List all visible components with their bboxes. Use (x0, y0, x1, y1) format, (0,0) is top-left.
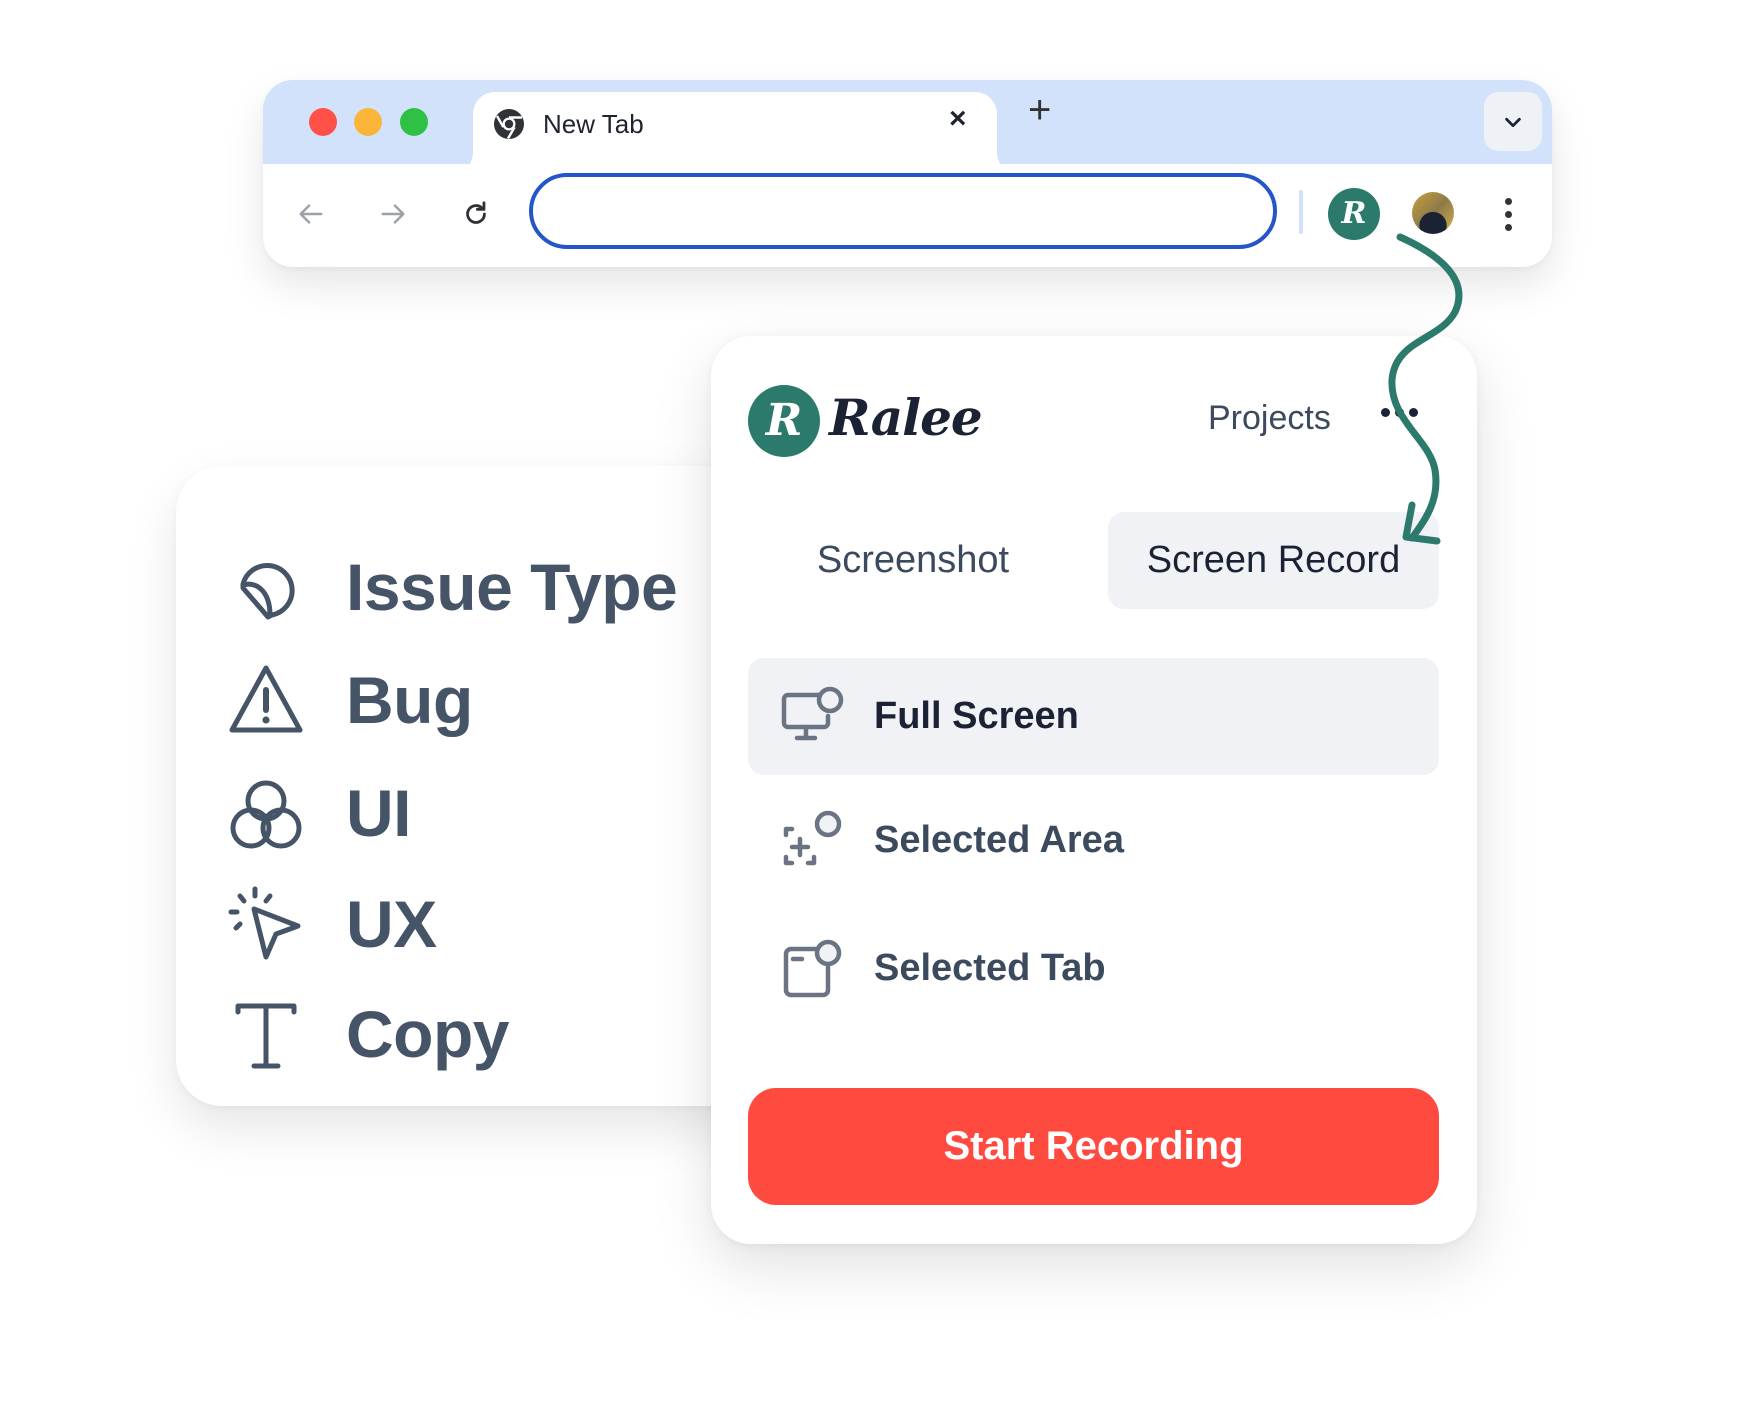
more-horizontal-icon-dot (1395, 408, 1404, 417)
sticker-icon (240, 562, 295, 620)
tab-screen-record-label: Screen Record (1146, 539, 1401, 581)
profile-avatar[interactable] (1412, 192, 1454, 234)
kebab-icon-dot (1504, 223, 1512, 231)
issue-ux-item[interactable]: UX (226, 879, 437, 969)
issue-bug-label: Bug (346, 663, 473, 737)
reload-button[interactable] (456, 194, 496, 234)
option-selected-area[interactable]: Selected Area (748, 782, 1439, 899)
back-button[interactable] (291, 194, 331, 234)
more-options-button[interactable] (1381, 408, 1418, 417)
window-close-button[interactable] (309, 108, 337, 136)
projects-link[interactable]: Projects (1208, 399, 1331, 438)
browser-toolbar: R (263, 164, 1552, 267)
circles-icon (230, 780, 302, 849)
pointer-click-icon (228, 886, 301, 960)
tab-screenshot-label: Screenshot (816, 539, 1010, 581)
window-maximize-button[interactable] (400, 108, 428, 136)
browser-window: New Tab × + R (263, 80, 1552, 267)
ralee-extension-button[interactable]: R (1328, 188, 1380, 240)
selection-icon (783, 810, 842, 865)
issue-ui-label: UI (346, 776, 412, 850)
ralee-extension-letter: R (1341, 196, 1367, 231)
option-full-screen-label: Full Screen (874, 695, 1079, 737)
monitor-icon (781, 686, 844, 740)
option-full-screen[interactable]: Full Screen (748, 658, 1439, 775)
chevron-down-icon (1505, 117, 1521, 127)
toolbar-divider (1299, 190, 1303, 234)
reload-icon (466, 201, 486, 224)
issue-type-item[interactable]: Issue Type (226, 542, 678, 632)
tab-search-button[interactable] (1484, 92, 1542, 151)
option-selected-area-label: Selected Area (874, 819, 1124, 861)
kebab-icon-dot (1504, 210, 1512, 218)
arrow-right-icon (381, 204, 405, 224)
issue-ux-label: UX (346, 887, 437, 961)
ralee-logo-letter: R (765, 395, 803, 446)
option-selected-tab-label: Selected Tab (874, 947, 1106, 989)
start-recording-button[interactable]: Start Recording (748, 1088, 1439, 1205)
issue-copy-item[interactable]: Copy (226, 989, 510, 1079)
issue-ui-item[interactable]: UI (226, 768, 412, 858)
more-horizontal-icon-dot (1409, 408, 1418, 417)
issue-type-card: Issue Type Bug UI UX Copy (176, 466, 776, 1106)
tab-screen-record[interactable]: Screen Record (1108, 512, 1439, 609)
warning-triangle-icon (229, 665, 303, 733)
kebab-icon-dot (1504, 197, 1512, 205)
window-minimize-button[interactable] (354, 108, 382, 136)
text-icon (235, 1003, 297, 1069)
issue-bug-item[interactable]: Bug (226, 655, 473, 745)
tab-close-button[interactable]: × (949, 104, 967, 134)
ralee-logo: R (748, 385, 820, 457)
forward-button[interactable] (373, 194, 413, 234)
browser-menu-button[interactable] (1493, 190, 1523, 238)
arrow-left-icon (299, 204, 323, 224)
tab-screenshot[interactable]: Screenshot (748, 512, 1078, 609)
tab-title: New Tab (543, 109, 644, 139)
window-tab-icon (783, 939, 842, 997)
ralee-popup: R Ralee Projects Screenshot Screen Recor… (711, 336, 1477, 1244)
ralee-brand-name: Ralee (829, 388, 983, 447)
issue-type-label: Issue Type (346, 550, 678, 624)
chrome-icon (493, 108, 525, 140)
new-tab-button[interactable]: + (1028, 90, 1051, 130)
more-horizontal-icon-dot (1381, 408, 1390, 417)
address-bar[interactable] (529, 173, 1277, 249)
issue-copy-label: Copy (346, 997, 510, 1071)
option-selected-tab[interactable]: Selected Tab (748, 910, 1439, 1027)
